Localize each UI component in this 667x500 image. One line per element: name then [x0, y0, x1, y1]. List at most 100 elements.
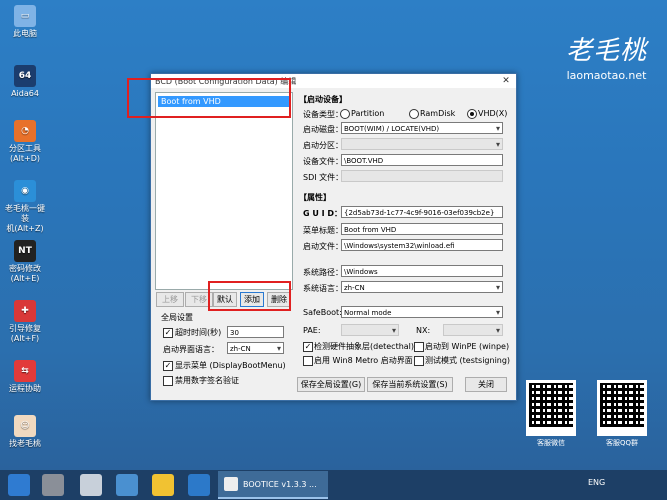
- system-lang-label: 系统语言：: [303, 284, 343, 293]
- close-button[interactable]: 关闭: [465, 377, 507, 392]
- win8-metro-checkbox[interactable]: [303, 356, 313, 366]
- display-menu-checkbox[interactable]: ✓: [163, 361, 173, 371]
- taskbar-app-icon[interactable]: [42, 474, 64, 496]
- desktop-icon[interactable]: ☺ 找老毛桃: [2, 415, 48, 449]
- start-button[interactable]: [8, 474, 30, 496]
- boot-disk-select[interactable]: BOOT(WIM) / LOCATE(VHD): [341, 122, 503, 134]
- win8-metro-label: 启用 Win8 Metro 启动界面: [314, 356, 413, 365]
- testsigning-label: 测试模式 (testsigning): [425, 356, 511, 365]
- device-type-label: 设备类型：: [303, 110, 343, 119]
- guid-label: G U I D：: [303, 209, 343, 218]
- device-file-label: 设备文件：: [303, 157, 343, 166]
- qr-code-wechat: 客服微信: [526, 380, 576, 447]
- sdi-file-input[interactable]: [341, 170, 503, 182]
- taskbar-app-icon[interactable]: [152, 474, 174, 496]
- highlight-box-title: [127, 78, 291, 118]
- device-file-input[interactable]: \BOOT.VHD: [341, 154, 503, 166]
- pae-label: PAE:: [303, 326, 321, 335]
- menu-title-label: 菜单标题：: [303, 226, 343, 235]
- timeout-input[interactable]: 30: [227, 326, 284, 338]
- display-menu-label: 显示菜单 (DisplayBootMenu): [175, 361, 286, 370]
- highlight-box-buttons: [208, 281, 291, 311]
- boot-lang-select[interactable]: zh-CN: [227, 342, 284, 354]
- testsigning-checkbox[interactable]: [414, 356, 424, 366]
- taskbar-app-icon[interactable]: [116, 474, 138, 496]
- desktop-icon-label: 此电脑: [13, 29, 37, 38]
- boot-partition-label: 启动分区：: [303, 141, 343, 150]
- boot-entry-list[interactable]: Boot from VHD: [155, 92, 293, 290]
- qr-caption-qq: 客服QQ群: [605, 439, 639, 447]
- system-lang-select[interactable]: zh-CN: [341, 281, 503, 293]
- detecthal-checkbox[interactable]: ✓: [303, 342, 313, 352]
- desktop-icon-label: Aida64: [11, 89, 39, 98]
- safeboot-select[interactable]: Normal mode: [341, 306, 503, 318]
- desktop-icon[interactable]: ◔ 分区工具 (Alt+D): [2, 120, 48, 164]
- guid-input[interactable]: {2d5ab73d-1c77-4c9f-9016-03ef039cb2e}: [341, 206, 503, 218]
- desktop-app-icon: NT: [14, 240, 36, 262]
- boot-file-input[interactable]: \Windows\system32\winload.efi: [341, 239, 503, 251]
- desktop-icon-label: 运程协助: [9, 384, 41, 393]
- boot-device-header: 【启动设备】: [299, 95, 347, 104]
- desktop-icon[interactable]: ⇆ 运程协助: [2, 360, 48, 394]
- desktop-icon-label: 找老毛桃: [9, 439, 41, 448]
- radio-partition-label: Partition: [351, 109, 385, 118]
- qr-caption-wechat: 客服微信: [537, 439, 565, 447]
- nx-select[interactable]: [443, 324, 503, 336]
- disable-signature-label: 禁用数字签名验证: [175, 376, 239, 385]
- desktop-icon[interactable]: ◉ 老毛桃一键装 机(Alt+Z): [2, 180, 48, 234]
- taskbar-app-icon[interactable]: [188, 474, 210, 496]
- desktop-icon[interactable]: 64 Aida64: [2, 65, 48, 99]
- boot-partition-select[interactable]: [341, 138, 503, 150]
- close-icon[interactable]: ✕: [496, 74, 516, 88]
- timeout-label: 超时时间(秒): [175, 328, 222, 337]
- desktop-app-icon: ✚: [14, 300, 36, 322]
- global-settings-header: 全局设置: [161, 313, 193, 322]
- radio-vhd-label: VHD(X): [478, 109, 508, 118]
- winpe-label: 启动到 WinPE (winpe): [425, 342, 510, 351]
- radio-vhd[interactable]: [467, 109, 477, 119]
- attributes-header: 【属性】: [299, 193, 331, 202]
- menu-title-input[interactable]: Boot from VHD: [341, 223, 503, 235]
- desktop-app-icon: ◉: [14, 180, 36, 202]
- desktop-icon[interactable]: ✚ 引导修复 (Alt+F): [2, 300, 48, 344]
- pae-select[interactable]: [341, 324, 399, 336]
- desktop-app-icon: ⇆: [14, 360, 36, 382]
- desktop-app-icon: 64: [14, 65, 36, 87]
- task-label: BOOTICE v1.3.3 ...: [243, 479, 317, 489]
- brand-logo-text: 老毛桃: [565, 36, 647, 66]
- boot-disk-label: 启动磁盘：: [303, 125, 343, 134]
- desktop-icon-label: 引导修复 (Alt+F): [9, 324, 41, 343]
- nx-label: NX:: [416, 326, 431, 335]
- brand-site: laomaotao.net: [566, 69, 647, 82]
- desktop-icon-label: 密码修改 (Alt+E): [9, 264, 41, 283]
- radio-ramdisk[interactable]: [409, 109, 419, 119]
- radio-partition[interactable]: [340, 109, 350, 119]
- desktop-app-icon: ☺: [14, 415, 36, 437]
- disable-signature-checkbox[interactable]: [163, 376, 173, 386]
- system-path-input[interactable]: \Windows: [341, 265, 503, 277]
- save-global-button[interactable]: 保存全局设置(G): [297, 377, 365, 392]
- brand-logo: 老毛桃 laomaotao.net: [566, 30, 647, 82]
- desktop-app-icon: ▭: [14, 5, 36, 27]
- desktop-icon-label: 分区工具 (Alt+D): [9, 144, 41, 163]
- winpe-checkbox[interactable]: [414, 342, 424, 352]
- detecthal-label: 检测硬件抽象层(detecthal): [314, 342, 415, 351]
- safeboot-label: SafeBoot:: [303, 308, 342, 317]
- boot-file-label: 启动文件：: [303, 242, 343, 251]
- timeout-checkbox[interactable]: ✓: [163, 328, 173, 338]
- sdi-file-label: SDI 文件：: [303, 173, 344, 182]
- taskbar-task-bootice[interactable]: BOOTICE v1.3.3 ...: [218, 471, 328, 499]
- desktop-app-icon: ◔: [14, 120, 36, 142]
- desktop-icon[interactable]: NT 密码修改 (Alt+E): [2, 240, 48, 284]
- input-lang[interactable]: ENG: [588, 478, 605, 487]
- radio-ramdisk-label: RamDisk: [420, 109, 456, 118]
- taskbar-app-icon[interactable]: [80, 474, 102, 496]
- qr-code-qq: 客服QQ群: [597, 380, 647, 447]
- desktop-icon[interactable]: ▭ 此电脑: [2, 5, 48, 39]
- boot-lang-label: 启动界面语言：: [163, 345, 219, 354]
- bcd-editor-window: BCD (Boot Configuration Data) 编辑 ✕ Boot …: [150, 73, 517, 401]
- move-up-button[interactable]: 上移: [156, 292, 184, 307]
- desktop-icon-label: 老毛桃一键装 机(Alt+Z): [5, 204, 45, 233]
- save-current-button[interactable]: 保存当前系统设置(S): [367, 377, 453, 392]
- bootice-icon: [224, 477, 238, 491]
